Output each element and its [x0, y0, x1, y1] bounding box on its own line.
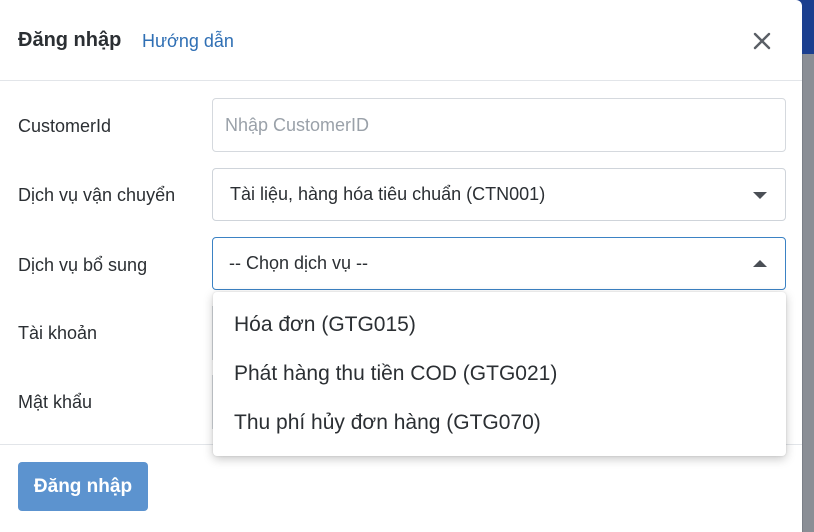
extra-service-label: Dịch vụ bổ sung — [18, 255, 148, 275]
dropdown-option[interactable]: Thu phí hủy đơn hàng (GTG070) — [213, 398, 786, 447]
login-modal: Đăng nhập Hướng dẫn CustomerId Nhập Cust… — [0, 0, 802, 532]
close-icon — [753, 32, 771, 50]
close-button[interactable] — [748, 26, 776, 56]
shipping-service-select[interactable]: Tài liệu, hàng hóa tiêu chuẩn (CTN001) — [212, 168, 786, 221]
extra-service-select[interactable]: -- Chọn dịch vụ -- — [212, 237, 786, 290]
guide-link[interactable]: Hướng dẫn — [142, 31, 234, 52]
customer-id-input[interactable]: Nhập CustomerID — [212, 98, 786, 152]
password-label: Mật khẩu — [18, 392, 93, 412]
chevron-up-icon — [753, 259, 767, 267]
background-overlay — [803, 54, 814, 532]
chevron-down-icon — [753, 191, 767, 199]
customer-id-label: CustomerId — [18, 116, 112, 136]
account-label: Tài khoản — [18, 323, 98, 343]
extra-service-value: -- Chọn dịch vụ -- — [229, 253, 369, 273]
login-button[interactable]: Đăng nhập — [18, 462, 148, 511]
modal-title: Đăng nhập — [18, 29, 122, 51]
shipping-service-label: Dịch vụ vận chuyển — [18, 185, 176, 205]
dropdown-option[interactable]: Phát hàng thu tiền COD (GTG021) — [213, 349, 786, 398]
extra-service-dropdown: Hóa đơn (GTG015) Phát hàng thu tiền COD … — [213, 292, 786, 456]
shipping-service-value: Tài liệu, hàng hóa tiêu chuẩn (CTN001) — [230, 184, 546, 204]
customer-id-placeholder: Nhập CustomerID — [225, 114, 370, 135]
dropdown-option[interactable]: Hóa đơn (GTG015) — [213, 300, 786, 349]
